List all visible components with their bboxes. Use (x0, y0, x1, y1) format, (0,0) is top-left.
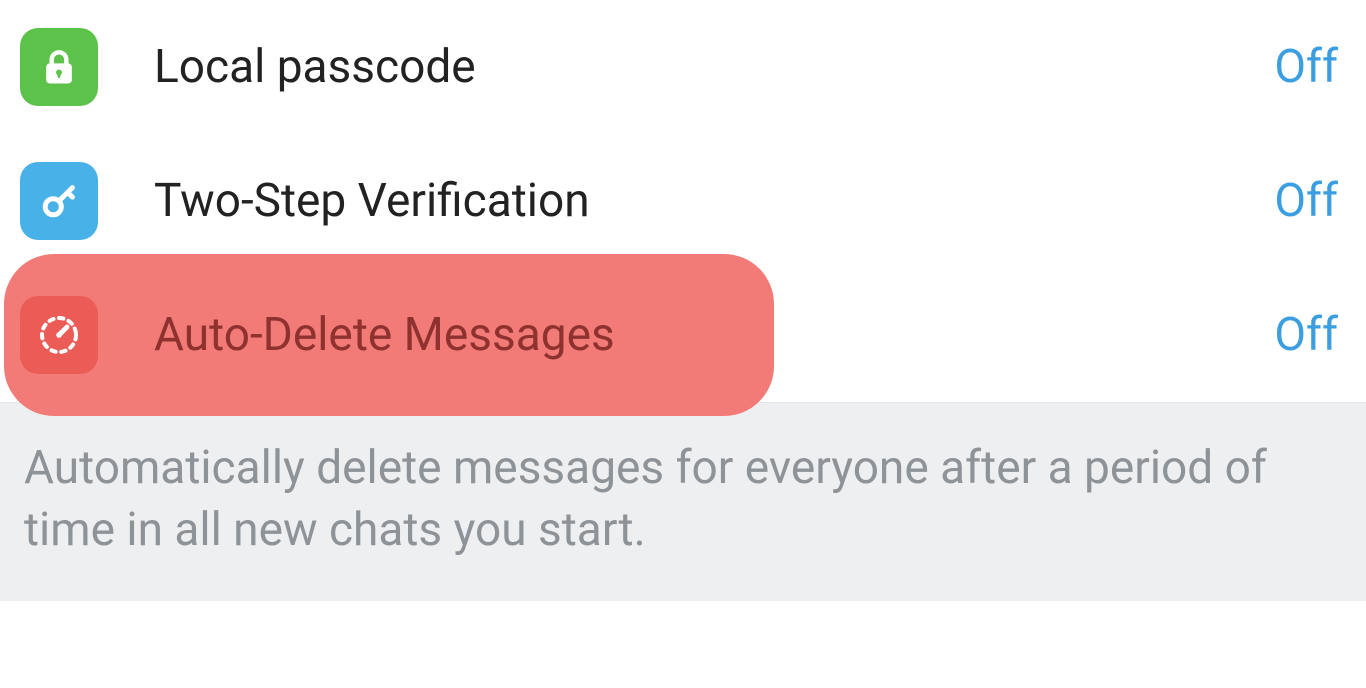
setting-value: Off (1274, 40, 1338, 94)
setting-label: Auto-Delete Messages (154, 310, 1250, 361)
setting-two-step-verification[interactable]: Two-Step Verification Off (0, 134, 1366, 268)
setting-auto-delete-messages[interactable]: Auto-Delete Messages Off (0, 268, 1366, 402)
setting-local-passcode[interactable]: Local passcode Off (0, 0, 1366, 134)
security-settings-list: Local passcode Off Two-Step Verification… (0, 0, 1366, 402)
auto-delete-description: Automatically delete messages for everyo… (0, 402, 1366, 601)
setting-value: Off (1274, 308, 1338, 362)
setting-label: Local passcode (154, 42, 1250, 93)
setting-label: Two-Step Verification (154, 176, 1250, 227)
lock-icon (20, 28, 98, 106)
key-icon (20, 162, 98, 240)
timer-icon (20, 296, 98, 374)
setting-value: Off (1274, 174, 1338, 228)
